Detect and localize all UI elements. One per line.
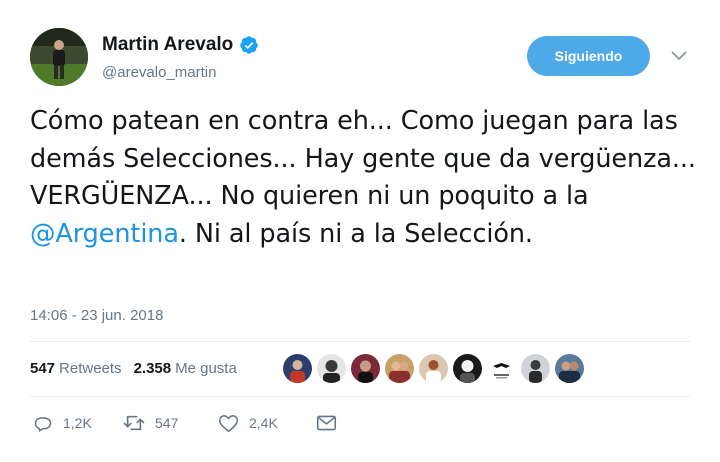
tweet-options-caret[interactable] [668,48,690,66]
author-avatar[interactable] [30,28,88,86]
liker-avatar[interactable] [317,354,346,383]
author-display-name[interactable]: Martin Arevalo [102,34,233,56]
likes-stat[interactable]: 2.358 Me gusta [134,360,237,377]
chevron-down-icon [671,48,687,66]
retweet-count: 547 [155,415,179,431]
retweet-icon [123,413,145,433]
liker-avatar[interactable] [283,354,312,383]
reply-icon [33,413,53,433]
tweet-stats: 547 Retweets 2.358 Me gusta [30,360,237,377]
author-name-row: Martin Arevalo [102,34,259,56]
tweet-text: Cómo patean en contra eh... Como juegan … [30,103,700,253]
liker-avatars [283,354,584,383]
liker-avatar[interactable] [487,354,516,383]
liker-avatar[interactable] [385,354,414,383]
liker-avatar[interactable] [521,354,550,383]
liker-avatar[interactable] [555,354,584,383]
retweets-label: Retweets [59,360,122,377]
likes-label: Me gusta [175,360,237,377]
tweet-text-part-2: . Ni al país ni a la Selección. [178,218,533,249]
liker-avatar[interactable] [453,354,482,383]
retweets-stat[interactable]: 547 Retweets [30,360,122,377]
reply-count: 1,2K [63,415,92,431]
direct-message-button[interactable] [316,414,337,432]
divider [30,396,690,397]
like-count: 2,4K [249,415,278,431]
tweet-text-part-1: Cómo patean en contra eh... Como juegan … [30,106,696,211]
author-handle[interactable]: @arevalo_martin [102,64,216,81]
tweet-timestamp[interactable]: 14:06 - 23 jun. 2018 [30,307,163,324]
verified-badge-icon [239,35,259,55]
mention-link[interactable]: @Argentina [30,219,179,249]
tweet-actions: 1,2K 547 2,4K [33,413,337,433]
divider [30,341,690,342]
retweet-button[interactable]: 547 [123,413,218,433]
reply-button[interactable]: 1,2K [33,413,123,433]
like-button[interactable]: 2,4K [218,413,316,433]
heart-icon [218,413,239,433]
likes-count: 2.358 [133,360,172,377]
following-button[interactable]: Siguiendo [527,36,650,76]
direct-message-icon [316,414,337,432]
liker-avatar[interactable] [419,354,448,383]
liker-avatar[interactable] [351,354,380,383]
tweet-card: Martin Arevalo @arevalo_martin Siguiendo… [0,0,720,462]
retweets-count: 547 [30,360,56,377]
